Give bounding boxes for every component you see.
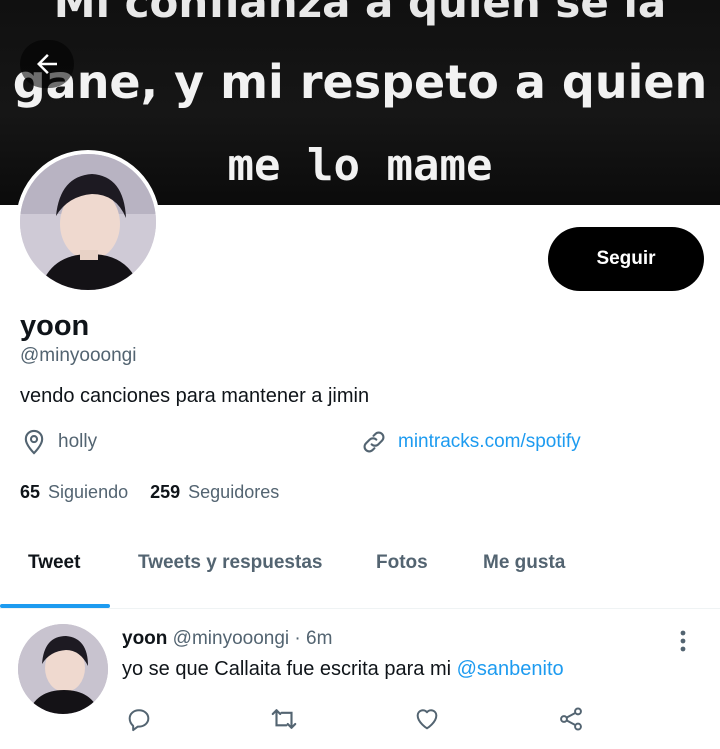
tab-tweets[interactable]: Tweet [28, 552, 80, 574]
more-vertical-icon [680, 630, 686, 652]
follow-stats: 65 Siguiendo 259 Seguidores [20, 482, 279, 503]
tweet-header: yoon @minyooongi · 6m [122, 628, 332, 650]
link-icon [363, 431, 385, 453]
tab-photos[interactable]: Fotos [376, 552, 428, 574]
retweet-button[interactable] [267, 702, 301, 736]
tab-tweets-replies[interactable]: Tweets y respuestas [138, 552, 322, 574]
tab-likes[interactable]: Me gusta [483, 552, 565, 574]
profile-tabs: Tweet Tweets y respuestas Fotos Me gusta [0, 522, 720, 610]
followers-stat[interactable]: 259 Seguidores [150, 482, 279, 503]
heart-icon [416, 709, 438, 730]
follow-button[interactable]: Seguir [548, 227, 704, 291]
like-button[interactable] [410, 702, 444, 736]
banner-text-line-1: Mi confianza a quien se la [53, 0, 667, 27]
reply-icon [128, 709, 150, 732]
banner-text-line-2: gane, y mi respeto a quien [12, 55, 708, 109]
tweet-item[interactable]: yoon @minyooongi · 6m yo se que Callaita… [0, 610, 720, 749]
following-stat[interactable]: 65 Siguiendo [20, 482, 128, 503]
profile-avatar[interactable] [16, 150, 160, 294]
arrow-left-icon [37, 54, 57, 74]
retweet-icon [271, 709, 297, 729]
avatar-image [20, 154, 156, 290]
following-label: Siguiendo [48, 482, 129, 502]
tweet-avatar[interactable] [18, 624, 108, 714]
tweet-separator: · [294, 628, 301, 649]
followers-label: Seguidores [188, 482, 280, 502]
back-button[interactable] [20, 40, 74, 88]
tweet-author-name[interactable]: yoon [122, 628, 167, 649]
profile-location: holly [20, 428, 97, 456]
tweet-avatar-image [18, 624, 108, 714]
profile-name: yoon [20, 310, 90, 342]
website-text[interactable]: mintracks.com/spotify [398, 431, 581, 453]
location-pin-icon [24, 429, 44, 455]
tweet-mention[interactable]: @sanbenito [457, 658, 564, 680]
reply-button[interactable] [122, 702, 156, 736]
tweet-text: yo se que Callaita fue escrita para mi @… [122, 658, 564, 681]
share-button[interactable] [554, 702, 588, 736]
profile-website-link[interactable]: mintracks.com/spotify [360, 428, 581, 456]
share-icon [560, 707, 582, 731]
profile-handle: @minyooongi [20, 345, 137, 366]
location-text: holly [58, 431, 98, 452]
tweet-body: yo se que Callaita fue escrita para mi [122, 658, 452, 680]
following-count: 65 [20, 482, 41, 502]
tweet-author-handle: @minyooongi [172, 628, 290, 649]
tabs-divider [0, 608, 720, 609]
profile-bio: vendo canciones para mantener a jimin [20, 385, 370, 407]
followers-count: 259 [150, 482, 181, 502]
tweet-time: 6m [306, 628, 333, 649]
tweet-more-button[interactable] [670, 626, 696, 656]
